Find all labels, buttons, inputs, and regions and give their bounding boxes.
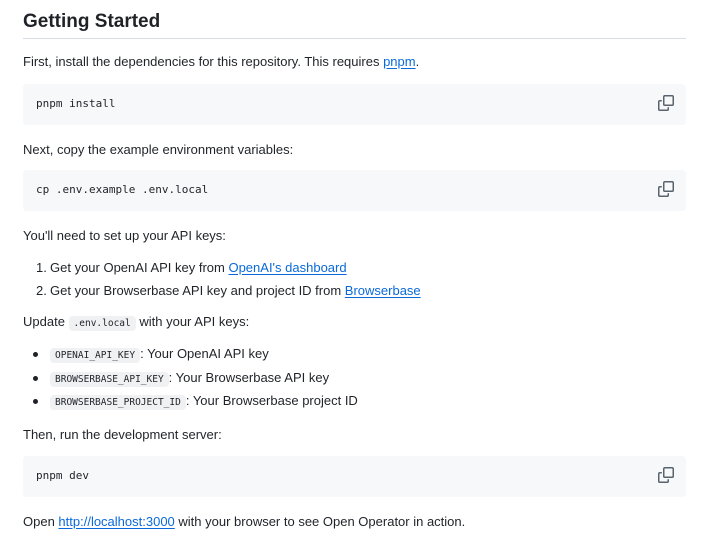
localhost-link[interactable]: http://localhost:3000 [58, 514, 174, 529]
list-item: BROWSERBASE_API_KEY: Your Browserbase AP… [23, 368, 358, 392]
list-item: 1. Get your OpenAI API key from OpenAI's … [23, 258, 421, 281]
env-var-desc: : Your Browserbase API key [168, 369, 330, 385]
code-env-text: cp .env.example .env.local [36, 183, 209, 196]
section-heading: Getting Started [23, 11, 161, 32]
copy-install-button[interactable] [658, 95, 674, 111]
code-block-dev: pnpm dev [23, 456, 686, 497]
copy-icon [658, 181, 674, 197]
heading-divider [23, 38, 686, 39]
code-block-install: pnpm install [23, 84, 686, 125]
copy-icon [658, 467, 674, 483]
update-suffix: with your API keys: [135, 314, 250, 329]
intro-text: First, install the dependencies for this… [23, 54, 384, 69]
env-var-desc: : Your OpenAI API key [140, 346, 269, 361]
copy-dev-button[interactable] [658, 467, 674, 483]
copy-icon [658, 95, 674, 111]
inline-code-env-local: .env.local [68, 316, 136, 331]
list-item: 2. Get your Browserbase API key and proje… [23, 281, 421, 304]
code-install-text: pnpm install [36, 97, 116, 110]
intro-suffix: . [415, 54, 420, 69]
copy-env-button[interactable] [658, 181, 674, 197]
open-paragraph: Open http://localhost:3000 with your bro… [23, 512, 465, 532]
step-text: Get your OpenAI API key from [50, 260, 229, 275]
list-item: OPENAI_API_KEY: Your OpenAI API key [23, 344, 358, 368]
env-var-desc: : Your Browserbase project ID [185, 393, 358, 408]
open-text: Open [23, 514, 59, 529]
open-suffix: with your browser to see Open Operator i… [174, 514, 466, 529]
update-text: Update [23, 314, 69, 329]
pnpm-link[interactable]: pnpm [383, 54, 416, 69]
browserbase-link[interactable]: Browserbase [345, 283, 421, 298]
step-number: 2. [36, 283, 47, 298]
api-key-steps: 1. Get your OpenAI API key from OpenAI's … [23, 258, 421, 304]
step-number: 1. [36, 260, 47, 275]
readme-content: Getting Started First, install the depen… [0, 0, 712, 539]
run-paragraph: Then, run the development server: [23, 427, 222, 442]
env-var-name: BROWSERBASE_API_KEY [50, 371, 169, 387]
openai-dashboard-link[interactable]: OpenAI's dashboard [228, 260, 346, 275]
step-text: Get your Browserbase API key and project… [50, 283, 345, 298]
env-var-name: OPENAI_API_KEY [50, 348, 141, 363]
code-dev-text: pnpm dev [36, 469, 89, 482]
env-var-list: OPENAI_API_KEY: Your OpenAI API key BROW… [23, 344, 358, 415]
keys-paragraph: You'll need to set up your API keys: [23, 228, 226, 243]
code-block-env: cp .env.example .env.local [23, 170, 686, 211]
update-paragraph: Update .env.local with your API keys: [23, 312, 249, 334]
env-paragraph: Next, copy the example environment varia… [23, 142, 294, 157]
env-var-name: BROWSERBASE_PROJECT_ID [50, 395, 186, 410]
intro-paragraph: First, install the dependencies for this… [23, 52, 419, 72]
list-item: BROWSERBASE_PROJECT_ID: Your Browserbase… [23, 391, 358, 415]
